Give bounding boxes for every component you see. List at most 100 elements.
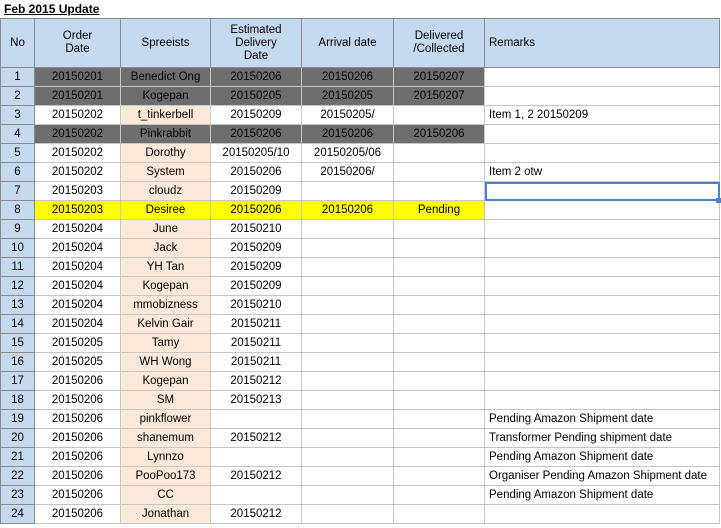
cell-est-delivery[interactable]: 20150211 — [210, 314, 302, 334]
cell-arrival[interactable] — [301, 447, 394, 467]
cell-est-delivery[interactable]: 20150213 — [210, 390, 302, 410]
cell-delivered[interactable]: 20150207 — [393, 86, 485, 106]
cell-delivered[interactable] — [393, 390, 485, 410]
cell-remarks[interactable] — [484, 143, 720, 163]
cell-delivered[interactable] — [393, 276, 485, 296]
cell-remarks[interactable]: Item 1, 2 20150209 — [484, 105, 720, 125]
cell-spreeist[interactable]: Kelvin Gair — [120, 314, 211, 334]
cell-delivered[interactable] — [393, 143, 485, 163]
cell-order-date[interactable]: 20150201 — [34, 86, 121, 106]
cell-est-delivery[interactable] — [210, 485, 302, 505]
cell-order-date[interactable]: 20150205 — [34, 333, 121, 353]
cell-no[interactable]: 23 — [0, 485, 35, 505]
cell-no[interactable]: 20 — [0, 428, 35, 448]
cell-arrival[interactable] — [301, 485, 394, 505]
cell-spreeist[interactable]: cloudz — [120, 181, 211, 201]
cell-remarks[interactable]: Pending Amazon Shipment date — [484, 447, 720, 467]
cell-no[interactable]: 9 — [0, 219, 35, 239]
cell-delivered[interactable] — [393, 333, 485, 353]
cell-delivered[interactable]: 20150206 — [393, 124, 485, 144]
fill-handle[interactable] — [716, 197, 721, 203]
cell-no[interactable]: 1 — [0, 67, 35, 87]
cell-arrival[interactable]: 20150206/ — [301, 162, 394, 182]
cell-spreeist[interactable]: shanemum — [120, 428, 211, 448]
cell-delivered[interactable] — [393, 428, 485, 448]
cell-spreeist[interactable]: June — [120, 219, 211, 239]
cell-delivered[interactable] — [393, 409, 485, 429]
cell-arrival[interactable] — [301, 504, 394, 524]
cell-order-date[interactable]: 20150204 — [34, 219, 121, 239]
cell-no[interactable]: 18 — [0, 390, 35, 410]
cell-order-date[interactable]: 20150203 — [34, 181, 121, 201]
cell-no[interactable]: 10 — [0, 238, 35, 258]
cell-arrival[interactable] — [301, 314, 394, 334]
cell-remarks[interactable] — [484, 181, 720, 201]
cell-remarks[interactable] — [484, 67, 720, 87]
cell-est-delivery[interactable]: 20150210 — [210, 219, 302, 239]
cell-order-date[interactable]: 20150202 — [34, 143, 121, 163]
cell-order-date[interactable]: 20150203 — [34, 200, 121, 220]
cell-spreeist[interactable]: Desiree — [120, 200, 211, 220]
cell-delivered[interactable]: Pending — [393, 200, 485, 220]
cell-delivered[interactable]: 20150207 — [393, 67, 485, 87]
cell-delivered[interactable] — [393, 181, 485, 201]
cell-arrival[interactable] — [301, 409, 394, 429]
cell-order-date[interactable]: 20150202 — [34, 105, 121, 125]
cell-spreeist[interactable]: t_tinkerbell — [120, 105, 211, 125]
cell-order-date[interactable]: 20150205 — [34, 352, 121, 372]
cell-est-delivery[interactable]: 20150205 — [210, 86, 302, 106]
cell-remarks[interactable]: Pending Amazon Shipment date — [484, 409, 720, 429]
cell-spreeist[interactable]: CC — [120, 485, 211, 505]
cell-delivered[interactable] — [393, 257, 485, 277]
cell-spreeist[interactable]: System — [120, 162, 211, 182]
cell-remarks[interactable] — [484, 86, 720, 106]
col-header-est-delivery[interactable]: Estimated Delivery Date — [210, 18, 302, 68]
col-header-arrival[interactable]: Arrival date — [301, 18, 394, 68]
cell-est-delivery[interactable] — [210, 409, 302, 429]
cell-spreeist[interactable]: Jack — [120, 238, 211, 258]
cell-order-date[interactable]: 20150206 — [34, 428, 121, 448]
cell-arrival[interactable]: 20150205 — [301, 86, 394, 106]
cell-est-delivery[interactable]: 20150206 — [210, 162, 302, 182]
cell-delivered[interactable] — [393, 219, 485, 239]
cell-arrival[interactable] — [301, 219, 394, 239]
cell-arrival[interactable] — [301, 371, 394, 391]
cell-no[interactable]: 11 — [0, 257, 35, 277]
cell-delivered[interactable] — [393, 295, 485, 315]
cell-delivered[interactable] — [393, 485, 485, 505]
cell-no[interactable]: 12 — [0, 276, 35, 296]
cell-spreeist[interactable]: Kogepan — [120, 86, 211, 106]
cell-remarks[interactable] — [484, 257, 720, 277]
cell-delivered[interactable] — [393, 504, 485, 524]
cell-remarks[interactable] — [484, 276, 720, 296]
cell-no[interactable]: 8 — [0, 200, 35, 220]
cell-est-delivery[interactable]: 20150211 — [210, 333, 302, 353]
cell-spreeist[interactable]: WH Wong — [120, 352, 211, 372]
cell-remarks[interactable] — [484, 504, 720, 524]
cell-est-delivery[interactable]: 20150210 — [210, 295, 302, 315]
cell-order-date[interactable]: 20150204 — [34, 276, 121, 296]
cell-delivered[interactable] — [393, 105, 485, 125]
cell-order-date[interactable]: 20150206 — [34, 485, 121, 505]
cell-delivered[interactable] — [393, 371, 485, 391]
cell-no[interactable]: 16 — [0, 352, 35, 372]
cell-arrival[interactable]: 20150205/ — [301, 105, 394, 125]
cell-spreeist[interactable]: Lynnzo — [120, 447, 211, 467]
cell-spreeist[interactable]: Kogepan — [120, 276, 211, 296]
cell-remarks[interactable]: Pending Amazon Shipment date — [484, 485, 720, 505]
cell-spreeist[interactable]: pinkflower — [120, 409, 211, 429]
cell-arrival[interactable]: 20150206 — [301, 200, 394, 220]
cell-delivered[interactable] — [393, 352, 485, 372]
cell-order-date[interactable]: 20150204 — [34, 257, 121, 277]
cell-est-delivery[interactable]: 20150212 — [210, 428, 302, 448]
cell-no[interactable]: 3 — [0, 105, 35, 125]
cell-no[interactable]: 22 — [0, 466, 35, 486]
cell-spreeist[interactable]: Jonathan — [120, 504, 211, 524]
cell-remarks[interactable] — [484, 124, 720, 144]
cell-no[interactable]: 6 — [0, 162, 35, 182]
cell-order-date[interactable]: 20150202 — [34, 162, 121, 182]
cell-no[interactable]: 14 — [0, 314, 35, 334]
cell-delivered[interactable] — [393, 314, 485, 334]
cell-arrival[interactable] — [301, 428, 394, 448]
cell-arrival[interactable] — [301, 238, 394, 258]
